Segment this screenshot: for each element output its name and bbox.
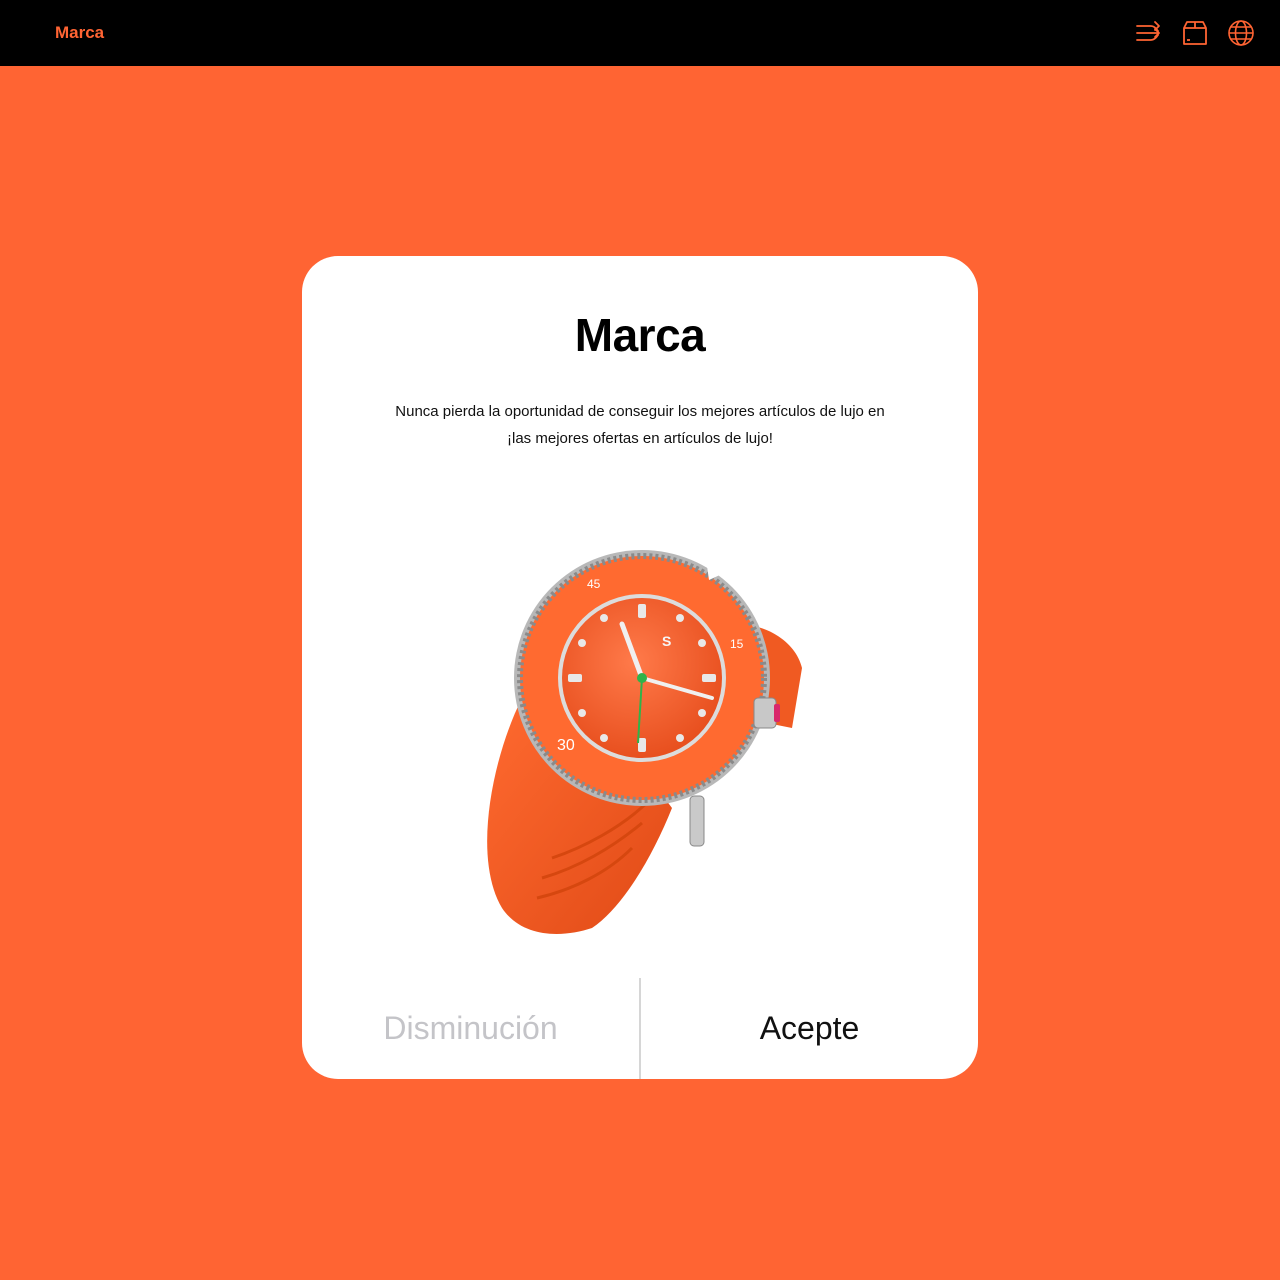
decline-button[interactable]: Disminución — [302, 978, 639, 1079]
brand-logo[interactable]: Marca — [55, 23, 104, 43]
accept-button[interactable]: Acepte — [641, 978, 978, 1079]
watch-illustration: S 30 15 45 — [487, 550, 802, 934]
svg-text:15: 15 — [730, 637, 744, 651]
header-icons — [1134, 18, 1256, 48]
svg-text:30: 30 — [557, 737, 575, 754]
svg-text:S: S — [662, 633, 671, 649]
description-line-1: Nunca pierda la oportunidad de conseguir… — [395, 403, 885, 420]
dialog-description: Nunca pierda la oportunidad de conseguir… — [390, 398, 890, 452]
watch-product-image: S 30 15 45 — [462, 528, 822, 948]
description-line-2: ¡las mejores ofertas en artículos de luj… — [507, 430, 773, 447]
promo-dialog: Marca Nunca pierda la oportunidad de con… — [302, 256, 978, 1079]
box-icon[interactable] — [1180, 18, 1210, 48]
svg-text:45: 45 — [587, 577, 601, 591]
dialog-title: Marca — [574, 309, 706, 361]
shuffle-icon[interactable] — [1134, 18, 1164, 48]
dialog-actions: Disminución Acepte — [302, 978, 978, 1079]
globe-icon[interactable] — [1226, 18, 1256, 48]
top-navigation-bar: Marca — [0, 0, 1280, 66]
